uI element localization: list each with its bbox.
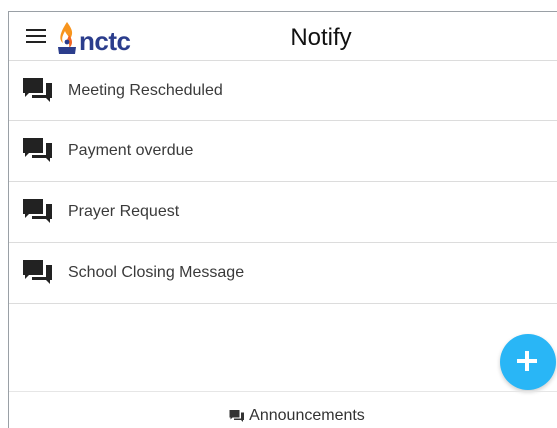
list-item-label: Meeting Rescheduled	[68, 81, 223, 99]
page-title: Notify	[9, 24, 557, 52]
app-header: nctc Notify	[9, 12, 557, 61]
app-window: nctc Notify Meeting Rescheduled Payment …	[8, 11, 557, 428]
announcements-tab[interactable]: Announcements	[9, 391, 557, 428]
notification-list: Meeting Rescheduled Payment overdue Pray…	[9, 61, 557, 304]
chat-icon	[23, 138, 52, 162]
list-item-payment-overdue[interactable]: Payment overdue	[9, 121, 557, 182]
plus-icon-vertical	[525, 351, 529, 371]
list-item-meeting-rescheduled[interactable]: Meeting Rescheduled	[9, 61, 557, 121]
list-item-prayer-request[interactable]: Prayer Request	[9, 182, 557, 243]
chat-icon	[23, 199, 52, 223]
announcements-label: Announcements	[249, 407, 365, 424]
list-item-school-closing-message[interactable]: School Closing Message	[9, 243, 557, 304]
chat-icon	[229, 409, 245, 422]
page-title-text: Notify	[290, 24, 352, 51]
announcements-tab-content: Announcements	[229, 407, 365, 425]
chat-icon	[23, 260, 52, 284]
list-item-label: Payment overdue	[68, 142, 194, 159]
list-item-label: School Closing Message	[68, 264, 245, 281]
list-item-label: Prayer Request	[68, 203, 180, 220]
add-notification-button[interactable]	[500, 334, 556, 390]
chat-icon	[23, 77, 52, 102]
